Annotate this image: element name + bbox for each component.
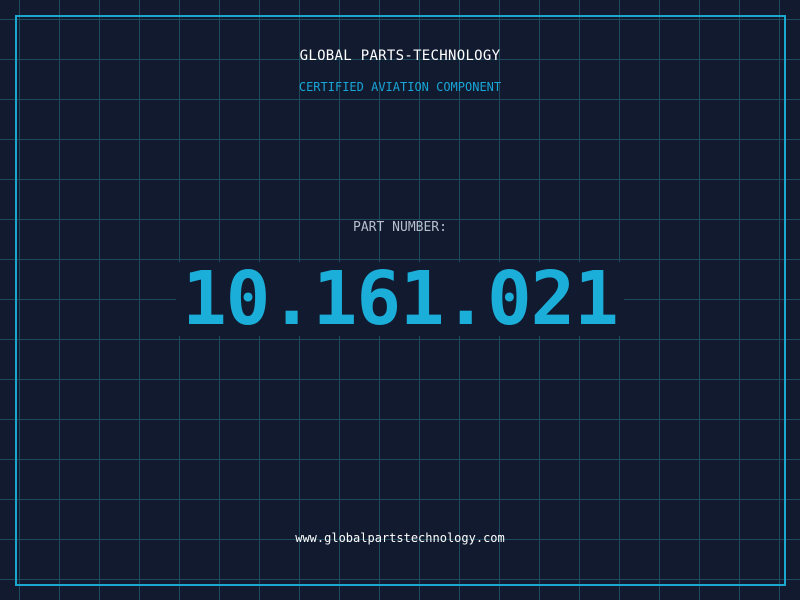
website-url: www.globalpartstechnology.com <box>295 531 505 545</box>
part-number-label: PART NUMBER: <box>353 220 447 235</box>
label-card: GLOBAL PARTS-TECHNOLOGY CERTIFIED AVIATI… <box>0 0 800 600</box>
part-number-container: 10.161.021 <box>0 262 800 336</box>
part-number-value: 10.161.021 <box>176 262 624 336</box>
certification-tagline: CERTIFIED AVIATION COMPONENT <box>298 80 502 94</box>
company-name: GLOBAL PARTS-TECHNOLOGY <box>299 48 501 64</box>
